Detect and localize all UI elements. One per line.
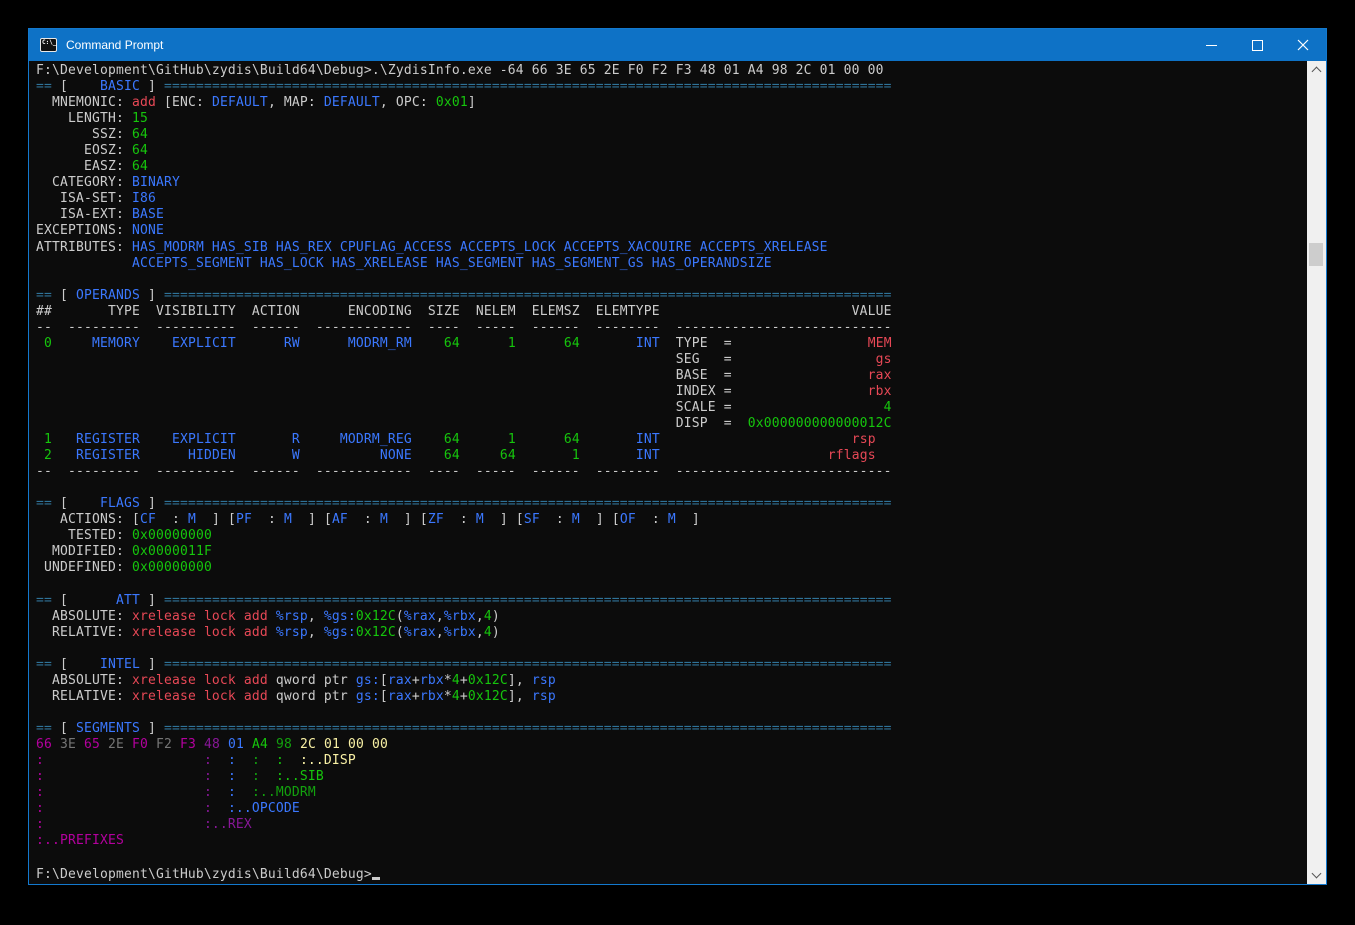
console-line-operand-0-scale: SCALE = 4 xyxy=(36,400,1307,416)
console-line-marker-prefixes: :..PREFIXES xyxy=(36,833,1307,849)
console-line-flags-undefined: UNDEFINED: 0x00000000 xyxy=(36,560,1307,576)
console-line-isa-ext: ISA-EXT: BASE xyxy=(36,207,1307,223)
scrollbar[interactable] xyxy=(1307,61,1326,884)
console-line-blank-4 xyxy=(36,641,1307,657)
section-rule: ========================================… xyxy=(164,657,892,672)
console-line-header-basic: == [ BASIC ] ===========================… xyxy=(36,79,1307,95)
section-rule: ========================================… xyxy=(164,288,892,303)
section-rule: ========================================… xyxy=(164,496,892,511)
scroll-down-button[interactable] xyxy=(1307,867,1326,884)
console-line-prompt: F:\Development\GitHub\zydis\Build64\Debu… xyxy=(36,865,1307,881)
console-line-marker-modrm: : : : :..MODRM xyxy=(36,785,1307,801)
console-line-blank-1 xyxy=(36,272,1307,288)
maximize-icon xyxy=(1252,40,1263,51)
window-controls xyxy=(1188,29,1326,61)
section-rule: ========================================… xyxy=(164,593,892,608)
console-line-operands-separator-2: -- --------- ---------- ------ ---------… xyxy=(36,464,1307,480)
console-line-category: CATEGORY: BINARY xyxy=(36,175,1307,191)
console-line-attributes-2: ACCEPTS_SEGMENT HAS_LOCK HAS_XRELEASE HA… xyxy=(36,256,1307,272)
console-line-att-absolute: ABSOLUTE: xrelease lock add %rsp, %gs:0x… xyxy=(36,609,1307,625)
console-line-header-flags: == [ FLAGS ] ===========================… xyxy=(36,496,1307,512)
console-line-exceptions: EXCEPTIONS: NONE xyxy=(36,223,1307,239)
scrollbar-thumb[interactable] xyxy=(1309,243,1323,266)
titlebar[interactable]: Command Prompt xyxy=(29,29,1326,61)
console-line-header-intel: == [ INTEL ] ===========================… xyxy=(36,657,1307,673)
minimize-icon xyxy=(1206,45,1217,46)
console-line-operands-columns: ## TYPE VISIBILITY ACTION ENCODING SIZE … xyxy=(36,304,1307,320)
section-rule: ========================================… xyxy=(164,721,892,736)
console-line-blank-6 xyxy=(36,849,1307,865)
console-line-marker-sib: : : : : :..SIB xyxy=(36,769,1307,785)
console-line-flags-tested: TESTED: 0x00000000 xyxy=(36,528,1307,544)
console-output[interactable]: F:\Development\GitHub\zydis\Build64\Debu… xyxy=(29,61,1307,884)
console-line-att-relative: RELATIVE: xrelease lock add %rsp, %gs:0x… xyxy=(36,625,1307,641)
console-line-ssz: SSZ: 64 xyxy=(36,127,1307,143)
cmd-icon xyxy=(40,38,57,52)
console-line-marker-rex: : :..REX xyxy=(36,817,1307,833)
console-line-blank-2 xyxy=(36,480,1307,496)
console-line-intel-absolute: ABSOLUTE: xrelease lock add qword ptr gs… xyxy=(36,673,1307,689)
console-line-operand-0-index: INDEX = rbx xyxy=(36,384,1307,400)
maximize-button[interactable] xyxy=(1234,29,1280,61)
close-button[interactable] xyxy=(1280,29,1326,61)
console-line-mnemonic: MNEMONIC: add [ENC: DEFAULT, MAP: DEFAUL… xyxy=(36,95,1307,111)
console-line-operand-0-disp: DISP = 0x000000000000012C xyxy=(36,416,1307,432)
console-line-flags-modified: MODIFIED: 0x0000011F xyxy=(36,544,1307,560)
console-line-operand-1: 1 REGISTER EXPLICIT R MODRM_REG 64 1 64 … xyxy=(36,432,1307,448)
section-rule: ========================================… xyxy=(164,79,892,94)
console-line-flags-actions: ACTIONS: [CF : M ] [PF : M ] [AF : M ] [… xyxy=(36,512,1307,528)
window-title: Command Prompt xyxy=(66,38,1188,52)
window-body: F:\Development\GitHub\zydis\Build64\Debu… xyxy=(29,61,1326,884)
console-line-intel-relative: RELATIVE: xrelease lock add qword ptr gs… xyxy=(36,689,1307,705)
console-line-marker-opcode: : : :..OPCODE xyxy=(36,801,1307,817)
console-line-blank-3 xyxy=(36,577,1307,593)
console-line-blank-5 xyxy=(36,705,1307,721)
console-line-eosz: EOSZ: 64 xyxy=(36,143,1307,159)
scroll-up-button[interactable] xyxy=(1307,61,1326,78)
terminal-window: Command Prompt F:\Development\GitHub\zyd… xyxy=(28,28,1327,885)
console-line-operands-separator: -- --------- ---------- ------ ---------… xyxy=(36,320,1307,336)
desktop-background: Command Prompt F:\Development\GitHub\zyd… xyxy=(0,0,1355,925)
console-line-easz: EASZ: 64 xyxy=(36,159,1307,175)
console-line-marker-disp: : : : : : :..DISP xyxy=(36,753,1307,769)
console-line-attributes-1: ATTRIBUTES: HAS_MODRM HAS_SIB HAS_REX CP… xyxy=(36,240,1307,256)
close-icon xyxy=(1297,39,1309,51)
console-line-operand-0-base: BASE = rax xyxy=(36,368,1307,384)
console-line-operand-0-seg: SEG = gs xyxy=(36,352,1307,368)
console-line-header-att: == [ ATT ] =============================… xyxy=(36,593,1307,609)
chevron-up-icon xyxy=(1312,67,1322,77)
console-line-length: LENGTH: 15 xyxy=(36,111,1307,127)
text-cursor xyxy=(372,865,380,880)
scrollbar-track[interactable] xyxy=(1307,78,1326,867)
console-line-isa-set: ISA-SET: I86 xyxy=(36,191,1307,207)
console-line-operand-2: 2 REGISTER HIDDEN W NONE 64 64 1 INT rfl… xyxy=(36,448,1307,464)
console-line-command: F:\Development\GitHub\zydis\Build64\Debu… xyxy=(36,63,1307,79)
console-line-header-segments: == [ SEGMENTS ] ========================… xyxy=(36,721,1307,737)
chevron-down-icon xyxy=(1312,869,1322,879)
console-line-header-operands: == [ OPERANDS ] ========================… xyxy=(36,288,1307,304)
console-line-operand-0: 0 MEMORY EXPLICIT RW MODRM_RM 64 1 64 IN… xyxy=(36,336,1307,352)
minimize-button[interactable] xyxy=(1188,29,1234,61)
console-line-segment-bytes: 66 3E 65 2E F0 F2 F3 48 01 A4 98 2C 01 0… xyxy=(36,737,1307,753)
